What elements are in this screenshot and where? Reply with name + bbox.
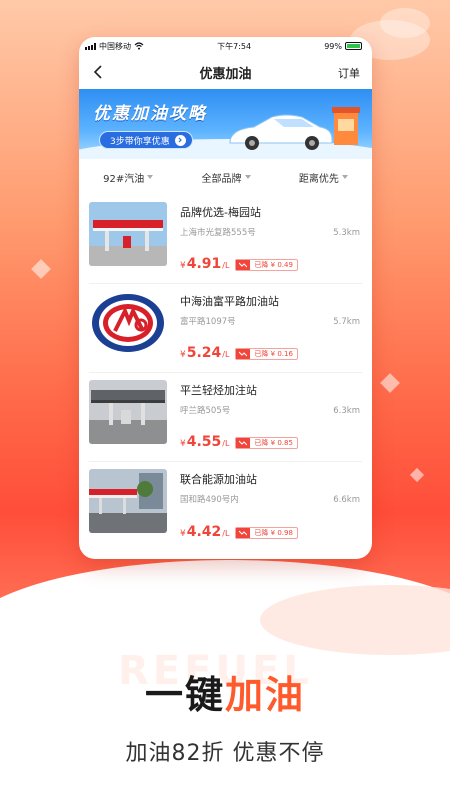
navigation-bar: 优惠加油 订单 xyxy=(79,55,372,89)
station-name: 中海油富平路加油站 xyxy=(180,295,279,308)
fuel-price: 4.42 xyxy=(186,524,222,540)
battery-percent: 99% xyxy=(324,41,342,51)
discount-badge: 已降 ¥ 0.85 xyxy=(235,437,298,449)
battery-icon xyxy=(345,42,362,50)
status-bar: 中国移动 下午7:54 99% xyxy=(79,37,372,55)
page-title: 优惠加油 xyxy=(199,66,252,82)
station-photo xyxy=(89,469,167,533)
headline-part-1: 一键 xyxy=(144,673,225,717)
fuel-price: 5.24 xyxy=(186,345,222,361)
discount-text: 已降 ¥ 0.98 xyxy=(254,529,293,537)
discount-badge: 已降 ¥ 0.16 xyxy=(235,348,298,360)
filter-fuel-type[interactable]: 92#汽油 xyxy=(103,170,154,185)
back-button[interactable] xyxy=(89,63,107,81)
station-distance: 5.3km xyxy=(333,228,360,238)
clock: 下午7:54 xyxy=(217,41,252,51)
headline-part-2: 加油 xyxy=(225,673,306,717)
station-name: 联合能源加油站 xyxy=(180,473,257,486)
price-unit: /L xyxy=(222,261,230,270)
price-line: ¥ 4.55 /L 已降 ¥ 0.85 xyxy=(180,434,298,450)
discount-badge: 已降 ¥ 0.49 xyxy=(235,259,298,271)
station-photo xyxy=(89,380,167,444)
trend-down-icon xyxy=(236,438,251,448)
price-unit: /L xyxy=(222,439,230,448)
station-distance: 5.7km xyxy=(333,317,360,327)
currency-symbol: ¥ xyxy=(180,261,186,271)
car-illustration xyxy=(229,107,360,150)
filter-brand[interactable]: 全部品牌 xyxy=(202,170,251,185)
promo-headline: 一键加油 xyxy=(0,664,450,719)
trend-down-icon xyxy=(236,349,251,359)
price-line: ¥ 4.91 /L 已降 ¥ 0.49 xyxy=(180,256,298,272)
caret-down-icon xyxy=(147,175,154,179)
filter-label: 全部品牌 xyxy=(201,173,242,185)
trend-down-icon xyxy=(236,528,251,538)
caret-down-icon xyxy=(244,175,251,179)
banner-button-label: 3步带你享优惠 xyxy=(110,136,170,147)
signal-icon xyxy=(85,42,96,50)
price-unit: /L xyxy=(222,350,230,359)
station-item[interactable]: 平兰轻烃加注站 呼兰路505号 6.3km ¥ 4.55 /L 已降 ¥ 0.8… xyxy=(89,373,362,462)
currency-symbol: ¥ xyxy=(180,439,186,449)
wifi-icon xyxy=(134,42,144,50)
fuel-price: 4.91 xyxy=(186,256,222,272)
carrier-label: 中国移动 xyxy=(99,41,131,51)
caret-down-icon xyxy=(341,175,348,179)
station-item[interactable]: 联合能源加油站 国和路490号内 6.6km ¥ 4.42 /L 已降 ¥ 0.… xyxy=(89,462,362,551)
currency-symbol: ¥ xyxy=(180,529,186,539)
filter-label: 92#汽油 xyxy=(103,173,145,185)
phone-mockup: 中国移动 下午7:54 99% 优惠加油 订单 优惠加油攻略 3步带你享优惠 9… xyxy=(79,37,372,559)
discount-text: 已降 ¥ 0.49 xyxy=(254,261,293,269)
chevron-left-icon xyxy=(93,65,102,79)
promo-subline: 加油82折 优惠不停 xyxy=(125,741,325,766)
promo-banner[interactable]: 优惠加油攻略 3步带你享优惠 xyxy=(79,89,372,159)
banner-title: 优惠加油攻略 xyxy=(93,104,207,124)
station-name: 平兰轻烃加注站 xyxy=(180,384,257,397)
station-item[interactable]: 中海油富平路加油站 富平路1097号 5.7km ¥ 5.24 /L 已降 ¥ … xyxy=(89,284,362,373)
trend-down-icon xyxy=(236,260,251,270)
orders-link[interactable]: 订单 xyxy=(338,65,360,81)
station-list: 品牌优选-梅园站 上海市光复路555号 5.3km ¥ 4.91 /L 已降 ¥… xyxy=(79,195,372,551)
currency-symbol: ¥ xyxy=(180,350,186,360)
filter-sort[interactable]: 距离优先 xyxy=(299,170,348,185)
station-distance: 6.3km xyxy=(333,406,360,416)
station-photo xyxy=(89,202,167,266)
station-item[interactable]: 品牌优选-梅园站 上海市光复路555号 5.3km ¥ 4.91 /L 已降 ¥… xyxy=(89,195,362,284)
station-logo xyxy=(89,291,167,355)
station-distance: 6.6km xyxy=(333,495,360,505)
chevron-right-icon xyxy=(174,134,186,146)
discount-text: 已降 ¥ 0.85 xyxy=(254,439,293,447)
filter-label: 距离优先 xyxy=(298,173,339,185)
banner-guide-button[interactable]: 3步带你享优惠 xyxy=(99,131,193,149)
station-name: 品牌优选-梅园站 xyxy=(180,206,261,219)
filter-bar: 92#汽油 全部品牌 距离优先 xyxy=(79,159,372,195)
cloud-decoration xyxy=(380,8,430,38)
fuel-price: 4.55 xyxy=(186,434,222,450)
discount-badge: 已降 ¥ 0.98 xyxy=(235,527,298,539)
price-line: ¥ 4.42 /L 已降 ¥ 0.98 xyxy=(180,524,298,540)
discount-text: 已降 ¥ 0.16 xyxy=(254,350,293,358)
price-line: ¥ 5.24 /L 已降 ¥ 0.16 xyxy=(180,345,298,361)
price-unit: /L xyxy=(222,529,230,538)
